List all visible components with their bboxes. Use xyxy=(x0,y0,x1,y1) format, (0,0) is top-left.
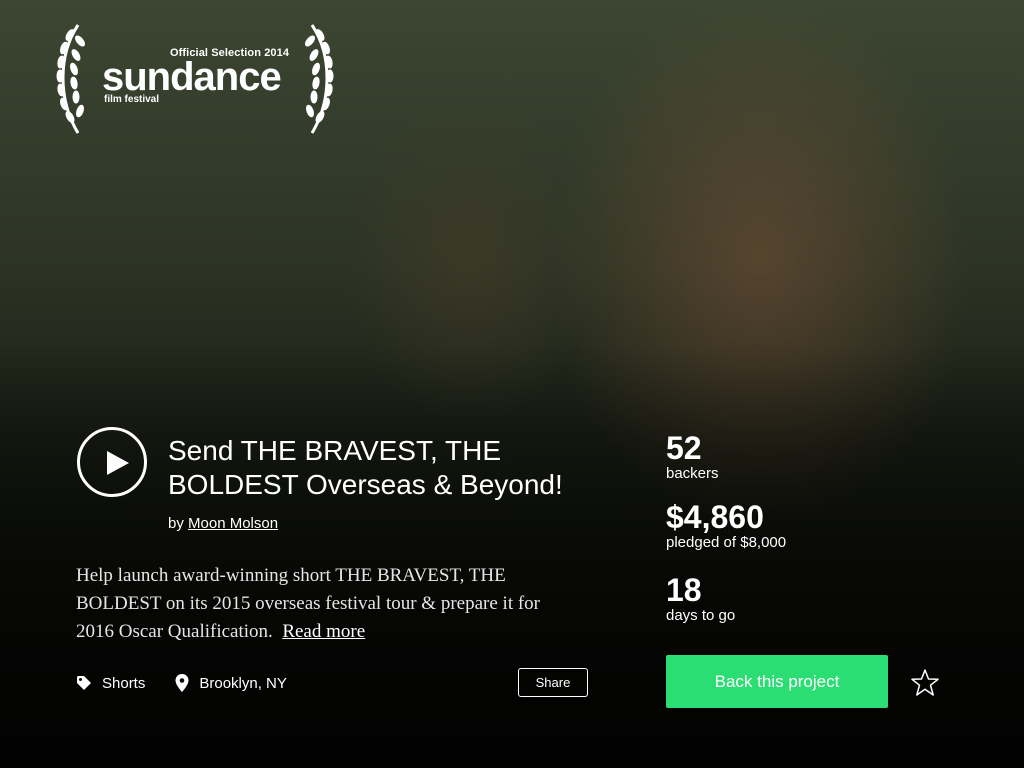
project-blurb: Help launch award-winning short THE BRAV… xyxy=(76,562,576,646)
tag-icon xyxy=(77,676,91,690)
backers-stat: 52 backers xyxy=(666,431,719,483)
location-link[interactable]: Brooklyn, NY xyxy=(175,674,287,692)
festival-laurel-badge: Official Selection 2014 sundance film fe… xyxy=(50,15,340,140)
read-more-link[interactable]: Read more xyxy=(282,621,365,642)
back-project-button[interactable]: Back this project xyxy=(666,655,888,708)
byline-prefix: by xyxy=(168,515,184,532)
remind-me-button[interactable] xyxy=(910,668,940,698)
location-pin-icon xyxy=(175,674,189,692)
backers-label: backers xyxy=(666,465,719,482)
project-meta: Shorts Brooklyn, NY xyxy=(76,672,317,694)
creator-link[interactable]: Moon Molson xyxy=(188,515,278,532)
share-button[interactable]: Share xyxy=(518,668,588,697)
star-outline-icon xyxy=(911,669,939,696)
backers-count: 52 xyxy=(666,430,702,466)
creator-byline: by Moon Molson xyxy=(168,515,278,532)
category-label: Shorts xyxy=(102,674,146,692)
days-label: days to go xyxy=(666,607,736,624)
category-link[interactable]: Shorts xyxy=(76,675,145,692)
festival-subtitle: film festival xyxy=(104,94,160,105)
pledged-amount: $4,860 xyxy=(666,499,764,535)
location-label: Brooklyn, NY xyxy=(199,674,287,692)
festival-brand-name: sundance xyxy=(102,55,282,99)
pledged-label: pledged of $8,000 xyxy=(666,534,787,551)
pledged-stat: $4,860 pledged of $8,000 xyxy=(666,500,786,552)
project-title: Send THE BRAVEST, THE BOLDEST Overseas &… xyxy=(168,435,563,500)
play-video-button[interactable] xyxy=(77,427,147,497)
days-count: 18 xyxy=(666,572,702,608)
play-icon xyxy=(107,451,129,475)
days-stat: 18 days to go xyxy=(666,573,735,625)
